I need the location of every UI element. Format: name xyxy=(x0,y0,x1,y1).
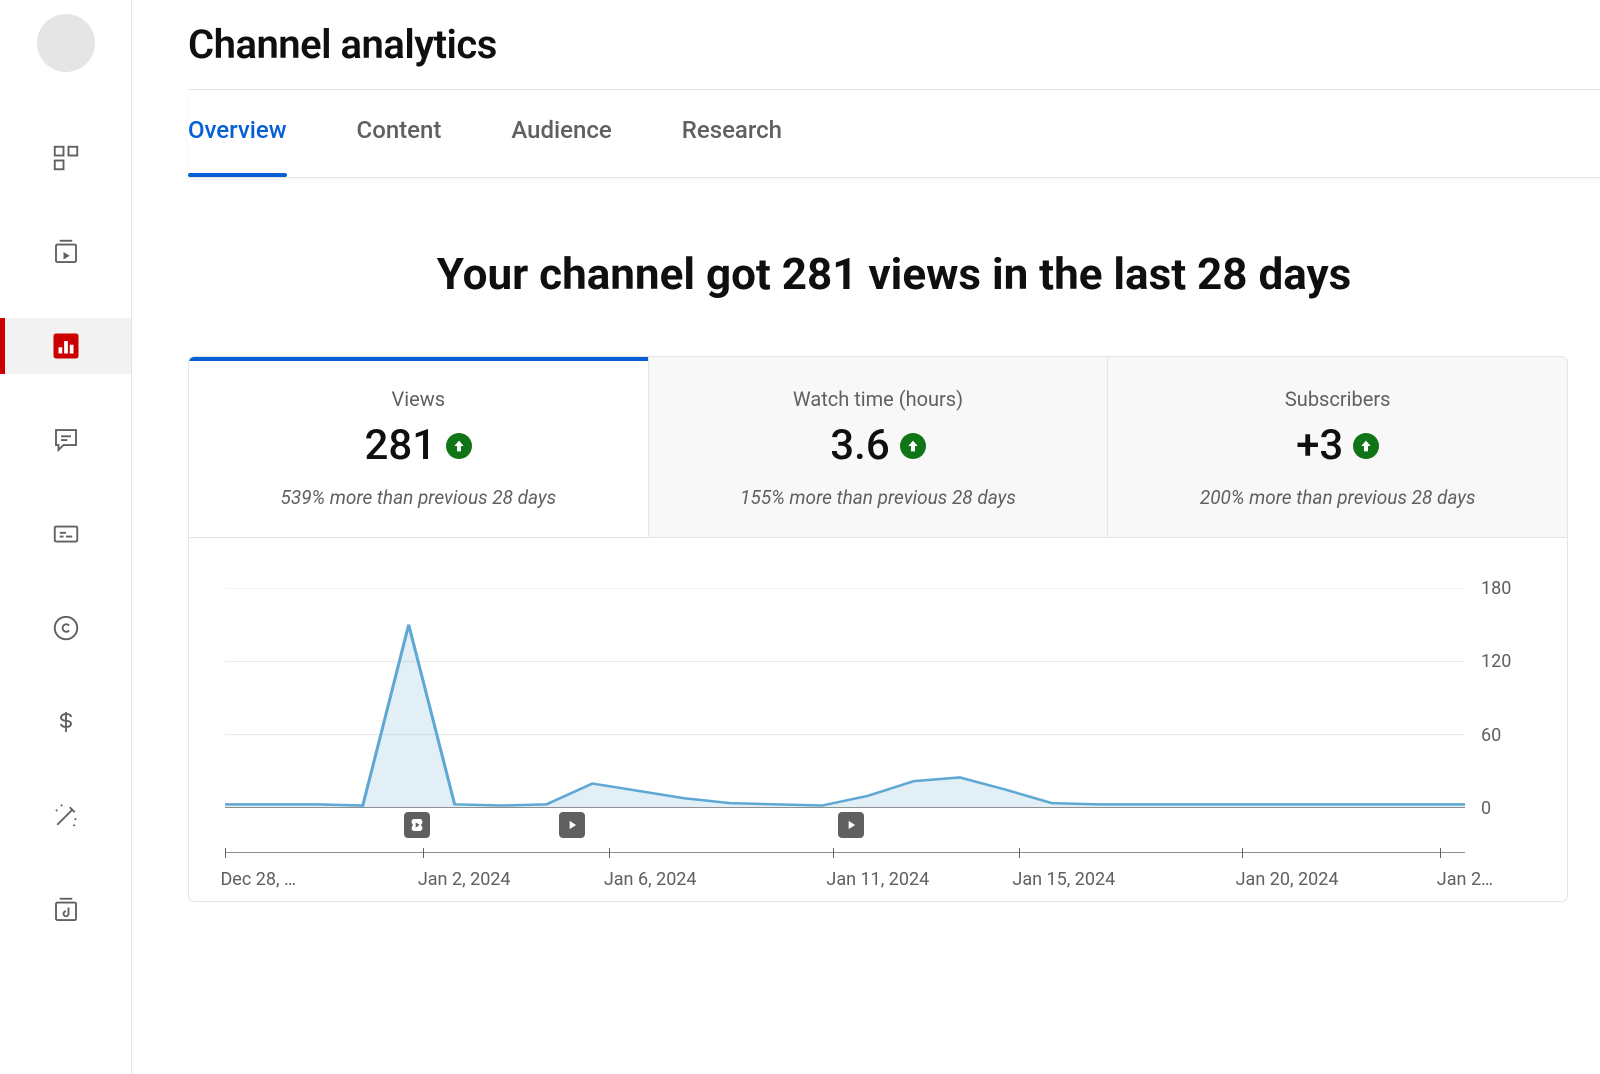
trend-up-icon xyxy=(446,433,472,459)
sidebar-item-comments[interactable] xyxy=(0,412,131,468)
event-markers xyxy=(225,812,1465,848)
x-tick: Jan 20, 2024 xyxy=(1236,869,1339,890)
x-tick: Jan 2… xyxy=(1437,869,1493,890)
x-tick: Jan 6, 2024 xyxy=(604,869,697,890)
x-tick: Jan 2, 2024 xyxy=(418,869,511,890)
metric-subscribers[interactable]: Subscribers +3 200% more than previous 2… xyxy=(1108,357,1567,537)
tabs: Overview Content Audience Research xyxy=(188,90,1600,178)
sidebar-item-copyright[interactable] xyxy=(0,600,131,656)
sidebar-item-earn[interactable] xyxy=(0,694,131,750)
metric-compare: 539% more than previous 28 days xyxy=(209,486,628,509)
metric-value: +3 xyxy=(1296,421,1343,470)
analytics-icon xyxy=(51,331,81,361)
magic-wand-icon xyxy=(51,801,81,831)
summary-headline: Your channel got 281 views in the last 2… xyxy=(188,248,1600,300)
x-axis: Dec 28, …Jan 2, 2024Jan 6, 2024Jan 11, 2… xyxy=(225,861,1465,901)
sidebar-item-subtitles[interactable] xyxy=(0,506,131,562)
page-title: Channel analytics xyxy=(188,21,497,68)
sidebar-item-dashboard[interactable] xyxy=(0,130,131,186)
content-icon xyxy=(51,237,81,267)
comments-icon xyxy=(51,425,81,455)
video-marker-icon[interactable] xyxy=(559,812,585,838)
metric-value-row: +3 xyxy=(1296,421,1379,470)
metric-compare: 200% more than previous 28 days xyxy=(1128,486,1547,509)
tab-research[interactable]: Research xyxy=(682,116,782,152)
views-chart[interactable] xyxy=(225,588,1465,808)
metric-value-row: 3.6 xyxy=(830,421,925,470)
metric-compare: 155% more than previous 28 days xyxy=(669,486,1088,509)
y-axis: 180120600 xyxy=(1465,588,1531,808)
metric-value: 281 xyxy=(365,421,437,470)
metric-label: Watch time (hours) xyxy=(669,387,1088,411)
metric-value-row: 281 xyxy=(365,421,473,470)
subtitles-icon xyxy=(51,519,81,549)
trend-up-icon xyxy=(900,433,926,459)
metric-label: Views xyxy=(209,387,628,411)
sidebar xyxy=(0,0,132,1074)
dollar-icon xyxy=(51,707,81,737)
shorts-marker-icon[interactable] xyxy=(404,812,430,838)
x-tick: Dec 28, … xyxy=(220,869,296,890)
sidebar-item-analytics[interactable] xyxy=(0,318,131,374)
tab-audience[interactable]: Audience xyxy=(511,116,611,152)
dashboard-icon xyxy=(51,143,81,173)
page-header: Channel analytics xyxy=(188,0,1600,90)
sidebar-item-audio-library[interactable] xyxy=(0,882,131,938)
x-tick: Jan 11, 2024 xyxy=(826,869,929,890)
chart-area: 180120600 Dec 28, … Jan 2, 2024 Jan 6, 202… xyxy=(189,538,1567,901)
copyright-icon xyxy=(51,613,81,643)
metric-watch-time[interactable]: Watch time (hours) 3.6 155% more than pr… xyxy=(649,357,1109,537)
analytics-card: Views 281 539% more than previous 28 day… xyxy=(188,356,1568,902)
sidebar-item-content[interactable] xyxy=(0,224,131,280)
audio-library-icon xyxy=(51,895,81,925)
sidebar-item-customization[interactable] xyxy=(0,788,131,844)
metric-label: Subscribers xyxy=(1128,387,1547,411)
tab-overview[interactable]: Overview xyxy=(188,116,287,152)
metric-views[interactable]: Views 281 539% more than previous 28 day… xyxy=(189,357,649,537)
tab-content[interactable]: Content xyxy=(357,116,442,152)
trend-up-icon xyxy=(1353,433,1379,459)
channel-avatar[interactable] xyxy=(37,14,95,72)
x-tick: Jan 15, 2024 xyxy=(1012,869,1115,890)
metrics-row: Views 281 539% more than previous 28 day… xyxy=(189,357,1567,538)
main-content: Channel analytics Overview Content Audie… xyxy=(132,0,1600,1074)
x-axis-line xyxy=(225,852,1465,853)
video-marker-icon[interactable] xyxy=(838,812,864,838)
metric-value: 3.6 xyxy=(830,421,889,470)
